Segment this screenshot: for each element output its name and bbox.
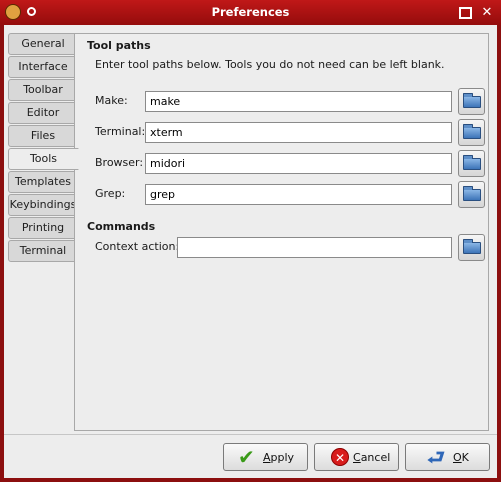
- apply-button[interactable]: ✔ Apply: [223, 443, 308, 471]
- grep-label: Grep:: [95, 187, 126, 200]
- tab-files[interactable]: Files: [8, 125, 78, 147]
- folder-icon: [463, 93, 481, 108]
- tool-paths-heading: Tool paths: [87, 39, 151, 52]
- dialog-content: General Interface Toolbar Editor Files T…: [4, 25, 497, 478]
- cancel-icon: ✕: [331, 448, 349, 466]
- tab-keybindings[interactable]: Keybindings: [8, 194, 78, 216]
- tab-list: General Interface Toolbar Editor Files T…: [8, 33, 79, 263]
- folder-icon: [463, 186, 481, 201]
- tab-toolbar[interactable]: Toolbar: [8, 79, 78, 101]
- terminal-label: Terminal:: [95, 125, 146, 138]
- ok-arrow-icon: ⮐: [427, 445, 445, 469]
- browser-field[interactable]: midori: [145, 153, 452, 174]
- tab-interface[interactable]: Interface: [8, 56, 78, 78]
- cancel-button[interactable]: ✕ Cancel: [314, 443, 399, 471]
- tab-terminal[interactable]: Terminal: [8, 240, 78, 262]
- grep-browse-button[interactable]: [458, 181, 485, 208]
- preferences-window: Preferences ✕ General Interface Toolbar …: [0, 0, 501, 482]
- close-icon[interactable]: ✕: [479, 5, 495, 20]
- make-browse-button[interactable]: [458, 88, 485, 115]
- browser-label: Browser:: [95, 156, 144, 169]
- ok-button[interactable]: ⮐ OK: [405, 443, 490, 471]
- tab-editor[interactable]: Editor: [8, 102, 78, 124]
- tool-paths-description: Enter tool paths below. Tools you do not…: [95, 58, 445, 71]
- context-action-browse-button[interactable]: [458, 234, 485, 261]
- folder-icon: [463, 239, 481, 254]
- title-bar[interactable]: Preferences ✕: [0, 0, 501, 25]
- context-action-label: Context action:: [95, 240, 180, 253]
- cancel-label: Cancel: [353, 451, 391, 464]
- browser-browse-button[interactable]: [458, 150, 485, 177]
- terminal-browse-button[interactable]: [458, 119, 485, 146]
- make-field[interactable]: make: [145, 91, 452, 112]
- folder-icon: [463, 124, 481, 139]
- ok-label: OK: [453, 451, 469, 464]
- tab-tools[interactable]: Tools: [8, 148, 79, 170]
- tab-printing[interactable]: Printing: [8, 217, 78, 239]
- terminal-field[interactable]: xterm: [145, 122, 452, 143]
- tab-general[interactable]: General: [8, 33, 78, 55]
- checkmark-icon: ✔: [238, 445, 255, 469]
- folder-icon: [463, 155, 481, 170]
- button-separator: [4, 434, 497, 435]
- make-label: Make:: [95, 94, 128, 107]
- maximize-icon[interactable]: [457, 5, 473, 20]
- tools-pane: Tool paths Enter tool paths below. Tools…: [74, 33, 489, 431]
- context-action-field[interactable]: [177, 237, 452, 258]
- grep-field[interactable]: grep: [145, 184, 452, 205]
- commands-heading: Commands: [87, 220, 156, 233]
- window-title: Preferences: [211, 5, 290, 19]
- tab-templates[interactable]: Templates: [8, 171, 78, 193]
- apply-label: Apply: [263, 451, 295, 464]
